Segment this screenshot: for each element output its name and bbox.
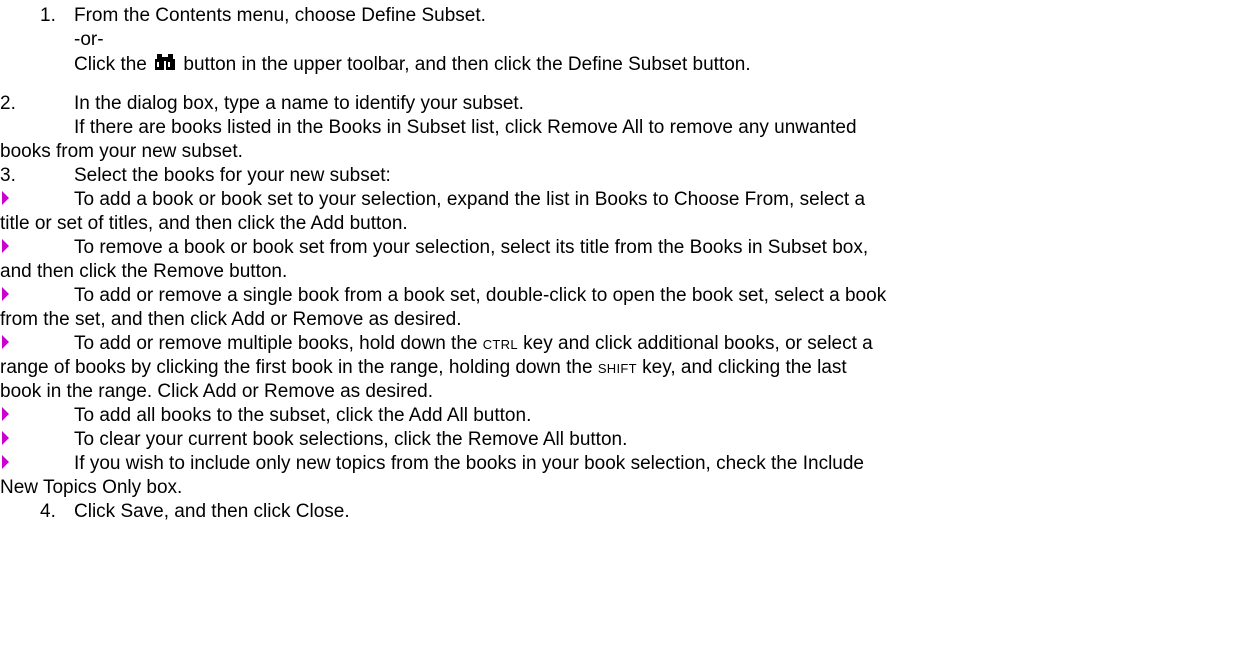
- bullet-item-5: To add all books to the subset, click th…: [0, 404, 531, 428]
- bullet-item-7: If you wish to include only new topics f…: [0, 452, 864, 476]
- bullet-item-3: To add or remove a single book from a bo…: [0, 284, 886, 308]
- triangle-bullet-icon: [0, 332, 74, 352]
- step-number: 3.: [0, 165, 16, 186]
- triangle-bullet-icon: [0, 404, 74, 424]
- bullet-text: key, and clicking the last: [642, 357, 847, 378]
- bullet-text: To add or remove multiple books, hold do…: [74, 333, 478, 354]
- step-3: 3. Select the books for your new subset:: [0, 164, 391, 188]
- step-text-after-icon: button in the upper toolbar, and then cl…: [183, 54, 751, 75]
- bullet-text: key and click additional books, or selec…: [523, 333, 873, 354]
- step-text: From the Contents menu, choose Define Su…: [74, 5, 486, 26]
- step-4: 4. Click Save, and then click Close.: [40, 500, 350, 524]
- binoculars-icon: [154, 52, 176, 72]
- bullet-item-4-cont: range of books by clicking the first boo…: [0, 356, 847, 381]
- shift-key: SHIFT: [597, 361, 637, 376]
- bullet-item-4-cont-2: book in the range. Click Add or Remove a…: [0, 381, 434, 402]
- triangle-bullet-icon: [0, 236, 74, 256]
- bullet-item-2: To remove a book or book set from your s…: [0, 236, 868, 260]
- triangle-bullet-icon: [0, 428, 74, 448]
- bullet-item-2-cont: and then click the Remove button.: [0, 261, 288, 282]
- triangle-bullet-icon: [0, 284, 74, 304]
- step-text-before-icon: Click the: [74, 54, 147, 75]
- bullet-item-1-cont: title or set of titles, and then click t…: [0, 213, 408, 234]
- step-text: Select the books for your new subset:: [74, 165, 391, 186]
- bullet-item-4: To add or remove multiple books, hold do…: [0, 332, 873, 357]
- bullet-text: To add or remove a single book from a bo…: [74, 285, 887, 306]
- bullet-text: To add a book or book set to your select…: [74, 189, 866, 210]
- bullet-text: If you wish to include only new topics f…: [74, 453, 864, 474]
- step-1: 1. From the Contents menu, choose Define …: [40, 4, 486, 28]
- bullet-text: To remove a book or book set from your s…: [74, 237, 869, 258]
- step-number: 4.: [40, 501, 56, 522]
- step-2-note-line-1: If there are books listed in the Books i…: [74, 117, 857, 138]
- step-1-alternative: Click the button in the upper toolbar, a…: [74, 52, 751, 77]
- step-1-or: -or-: [74, 29, 104, 50]
- step-text: In the dialog box, type a name to identi…: [74, 93, 524, 114]
- bullet-item-6: To clear your current book selections, c…: [0, 428, 627, 452]
- bullet-item-1: To add a book or book set to your select…: [0, 188, 865, 212]
- help-topic-page: 1. From the Contents menu, choose Define …: [0, 0, 1257, 669]
- step-text: Click Save, and then click Close.: [74, 501, 350, 522]
- bullet-item-7-cont: New Topics Only box.: [0, 477, 183, 498]
- step-number: 1.: [40, 5, 56, 26]
- step-2: 2. In the dialog box, type a name to iden…: [0, 92, 524, 116]
- triangle-bullet-icon: [0, 452, 74, 472]
- bullet-text: To add all books to the subset, click th…: [74, 405, 532, 426]
- ctrl-key: CTRL: [482, 337, 518, 352]
- bullet-text: range of books by clicking the first boo…: [0, 357, 593, 378]
- triangle-bullet-icon: [0, 188, 74, 208]
- step-number: 2.: [0, 93, 16, 114]
- bullet-text: To clear your current book selections, c…: [74, 429, 628, 450]
- bullet-item-3-cont: from the set, and then click Add or Remo…: [0, 309, 462, 330]
- step-2-note-line-2: books from your new subset.: [0, 141, 243, 162]
